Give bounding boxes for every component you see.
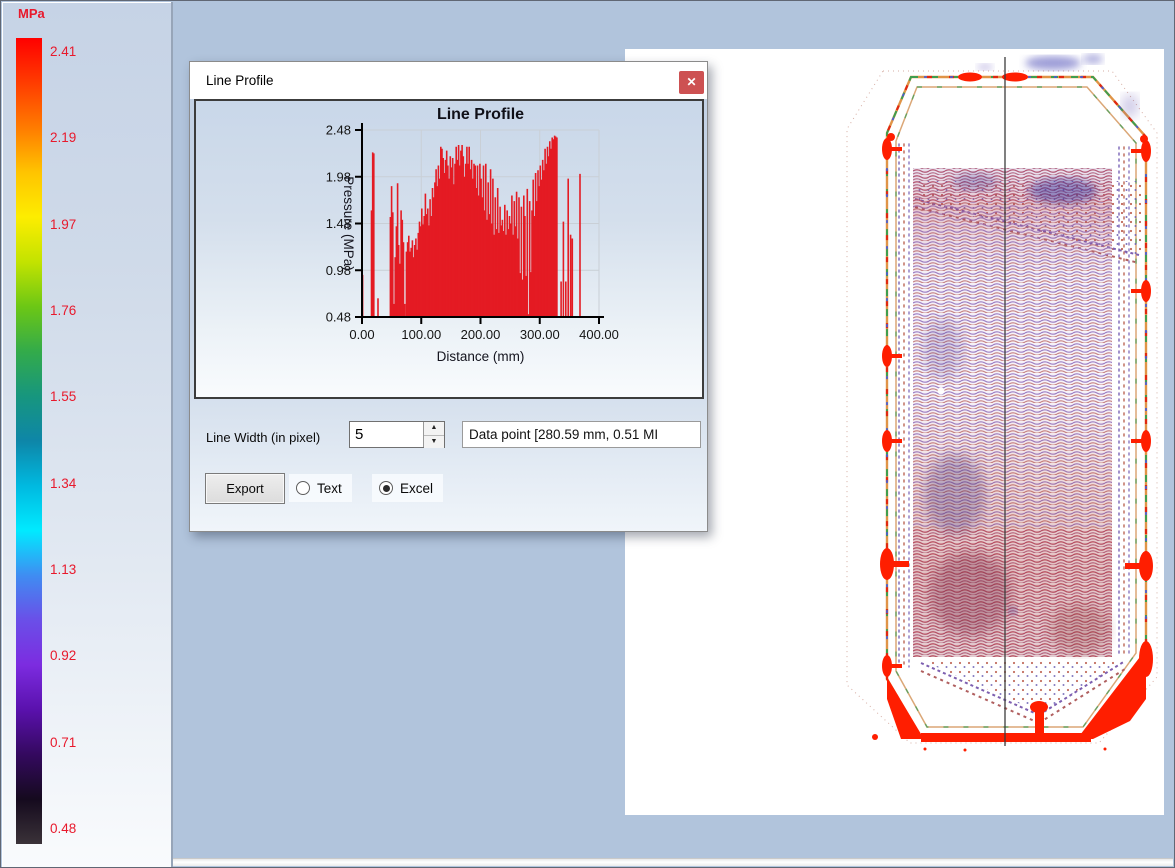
colorbar-tick-value: 0.71 (50, 735, 96, 750)
chart-x-axis-label: Distance (mm) (437, 349, 525, 364)
svg-text:2.48: 2.48 (326, 123, 351, 138)
plate-pressure-texture (913, 168, 1112, 657)
radio-unchecked-icon[interactable] (296, 481, 310, 495)
plate-top-smudges (977, 54, 1138, 118)
colorbar-tick-value: 0.92 (50, 648, 96, 663)
line-profile-chart: 2.481.981.480.980.480.00100.00200.00300.… (196, 101, 704, 397)
line-profile-chart-panel: 2.481.981.480.980.480.00100.00200.00300.… (194, 99, 704, 399)
dialog-title: Line Profile (206, 62, 274, 99)
data-point-readout[interactable]: Data point [280.59 mm, 0.51 MI (462, 421, 701, 448)
svg-text:0.00: 0.00 (349, 327, 374, 342)
colorbar-tick-value: 1.13 (50, 562, 96, 577)
colorbar-tick-value: 2.41 (50, 44, 96, 59)
line-width-label: Line Width (in pixel) (206, 430, 320, 445)
svg-text:100.00: 100.00 (401, 327, 441, 342)
colorbar-tick-value: 1.55 (50, 389, 96, 404)
line-width-input[interactable] (350, 422, 427, 447)
svg-text:300.00: 300.00 (520, 327, 560, 342)
colorbar-tick-value: 1.76 (50, 303, 96, 318)
colorbar-tick-value: 1.34 (50, 476, 96, 491)
line-profile-dialog: Line Profile ✕ 2.481.981.480.980.480.001… (189, 61, 708, 532)
colorbar-tick-value: 0.48 (50, 821, 96, 836)
radio-option-excel[interactable]: Excel (372, 474, 443, 502)
svg-text:400.00: 400.00 (579, 327, 619, 342)
spinner-down-icon[interactable]: ▼ (424, 436, 444, 449)
close-icon[interactable]: ✕ (679, 71, 704, 94)
export-button[interactable]: Export (205, 473, 285, 504)
chart-title: Line Profile (437, 106, 524, 123)
colorbar-tick-value: 1.97 (50, 217, 96, 232)
line-width-spinner[interactable]: ▲ ▼ (349, 421, 445, 448)
plate-bottom-dot-field (921, 661, 1125, 723)
pressure-colorbar (16, 38, 42, 844)
dialog-titlebar[interactable]: Line Profile ✕ (190, 62, 707, 99)
chart-series-spikes (363, 136, 580, 317)
radio-option-text[interactable]: Text (289, 474, 352, 502)
chart-y-axis-label: Pressure (MPa) (341, 176, 356, 271)
pressure-analysis-window: MPa 2.41 2.19 1.97 1.76 1.55 1.34 1.13 0.92 0.71… (0, 0, 1175, 868)
svg-text:0.48: 0.48 (326, 310, 351, 325)
svg-text:200.00: 200.00 (461, 327, 501, 342)
colorbar-tick-value: 2.19 (50, 130, 96, 145)
colorbar-panel: MPa 2.41 2.19 1.97 1.76 1.55 1.34 1.13 0.92 0.71… (2, 2, 173, 868)
horizontal-scrollbar-track[interactable] (173, 858, 1173, 866)
colorbar-unit-label: MPa (18, 6, 45, 21)
radio-checked-icon[interactable] (379, 481, 393, 495)
spinner-up-icon[interactable]: ▲ (424, 422, 444, 436)
